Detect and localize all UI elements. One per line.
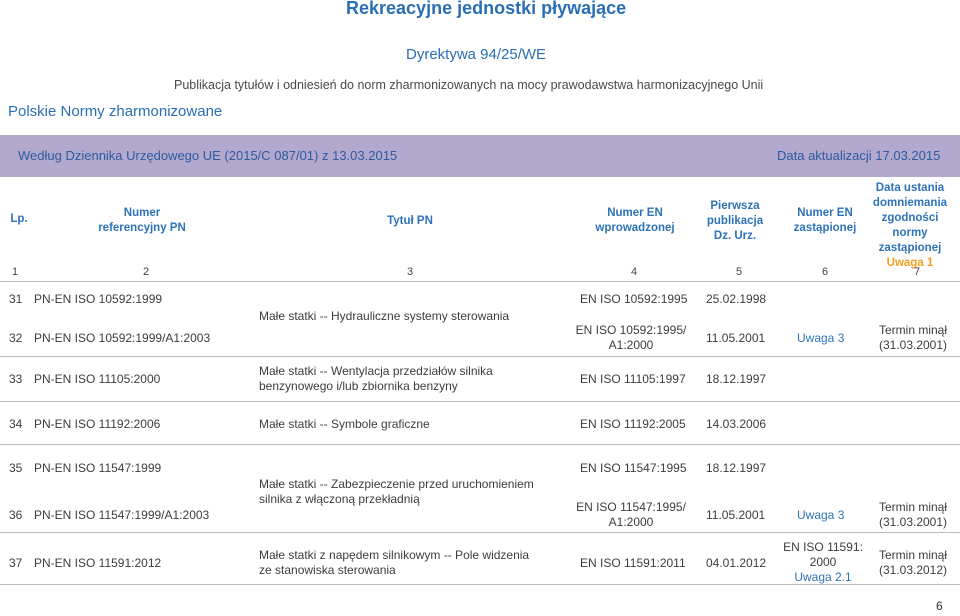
header-title: Tytuł PN	[387, 215, 433, 227]
row-title-line2: silnika z włączoną przekładnią	[259, 492, 420, 506]
header-date-line3: zgodności	[881, 212, 939, 224]
header-ref-number: Numer referencyjny PN	[80, 206, 204, 236]
header-date-line4: normy	[892, 227, 928, 239]
row-expiry-line2: (31.03.2012)	[878, 563, 948, 577]
row-en-number: EN ISO 11105:1997	[580, 372, 686, 386]
row-first-publication: 14.03.2006	[706, 417, 767, 431]
row-replaced-note: Uwaga 2.1	[794, 570, 852, 584]
divider	[0, 444, 960, 445]
row-lp: 35	[9, 461, 23, 475]
row-title-line1: Małe statki -- Zabezpieczenie przed uruc…	[259, 477, 534, 491]
row-expiry-line1: Termin minął	[878, 548, 947, 562]
header-date-line1: Data ustania	[875, 182, 945, 194]
row-en-number: EN ISO 11192:2005	[580, 417, 686, 431]
row-ref-number: PN-EN ISO 11105:2000	[34, 372, 161, 386]
row-expiry-line1: Termin minął	[878, 500, 947, 514]
polish-norms-heading: Polskie Normy zharmonizowane	[8, 103, 223, 120]
row-title: Małe statki -- Hydrauliczne systemy ster…	[259, 309, 510, 323]
row-expiry-line2: (31.03.2001)	[878, 338, 948, 352]
row-title-line2: ze stanowiska sterowania	[259, 563, 396, 577]
row-title: Małe statki z napędem silnikowym -- Pole…	[259, 548, 529, 578]
row-lp: 37	[9, 556, 23, 570]
header-en-introduced: Numer EN wprowadzonej	[575, 206, 695, 236]
row-expiry: Termin minął (31.03.2001)	[868, 323, 958, 353]
header-ref-line2: referencyjny PN	[98, 222, 186, 234]
row-en-line1: EN ISO 10592:1995/	[575, 323, 687, 337]
row-replaced-note: Uwaga 3	[797, 331, 845, 345]
row-en-line2: A1:2000	[608, 338, 654, 352]
row-ref-number: PN-EN ISO 10592:1999	[34, 292, 163, 306]
row-replaced-line1: EN ISO 11591:	[783, 540, 863, 554]
row-lp: 34	[9, 417, 23, 431]
row-en-number: EN ISO 10592:1995/ A1:2000	[572, 323, 690, 353]
header-ref-line1: Numer	[123, 207, 161, 219]
row-expiry: Termin minął (31.03.2012)	[868, 548, 958, 578]
row-expiry-line2: (31.03.2001)	[878, 515, 948, 529]
update-date: Data aktualizacji 17.03.2015	[777, 148, 941, 163]
row-title: Małe statki -- Symbole graficzne	[259, 417, 430, 431]
row-en-number: EN ISO 10592:1995	[580, 292, 688, 306]
column-number: 1	[12, 266, 19, 278]
row-first-publication: 04.01.2012	[706, 556, 767, 570]
row-ref-number: PN-EN ISO 10592:1999/A1:2003	[34, 331, 211, 345]
page-title: Rekreacyjne jednostki pływające	[346, 0, 627, 18]
row-lp: 33	[9, 372, 23, 386]
row-en-line2: A1:2000	[608, 515, 654, 529]
row-expiry: Termin minął (31.03.2001)	[868, 500, 958, 530]
row-ref-number: PN-EN ISO 11547:1999	[34, 461, 162, 475]
divider	[0, 356, 960, 357]
row-replaced-line2: 2000	[809, 555, 837, 569]
column-number: 5	[736, 266, 743, 278]
row-first-publication: 11.05.2001	[706, 331, 766, 345]
row-en-number: EN ISO 11591:2011	[580, 556, 686, 570]
column-number: 7	[914, 266, 921, 278]
column-number: 4	[631, 266, 638, 278]
header-replaced-line1: Numer EN	[797, 207, 853, 219]
row-first-publication: 18.12.1997	[706, 372, 767, 386]
header-first-publication: Pierwsza publikacja Dz. Urz.	[695, 199, 775, 244]
header-first-line1: Pierwsza	[710, 200, 760, 212]
column-number: 3	[407, 266, 414, 278]
row-first-publication: 25.02.1998	[706, 292, 767, 306]
row-lp: 31	[9, 292, 23, 306]
header-first-line3: Dz. Urz.	[713, 230, 757, 242]
row-en-number: EN ISO 11547:1995/ A1:2000	[572, 500, 690, 530]
header-date-line5: zastąpionej	[878, 242, 942, 254]
divider	[0, 532, 960, 533]
header-en-line2: wprowadzonej	[595, 222, 675, 234]
column-number: 6	[822, 266, 829, 278]
header-date-note: Uwaga 1	[886, 257, 934, 269]
header-expiry-date: Data ustania domniemania zgodności normy…	[862, 181, 958, 271]
row-title: Małe statki -- Zabezpieczenie przed uruc…	[259, 477, 534, 507]
row-en-number: EN ISO 11547:1995	[580, 461, 687, 475]
row-ref-number: PN-EN ISO 11547:1999/A1:2003	[34, 508, 210, 522]
header-lp: Lp.	[10, 213, 28, 225]
row-expiry-line1: Termin minął	[878, 323, 947, 337]
row-en-line1: EN ISO 11547:1995/	[576, 500, 686, 514]
row-replaced-note: Uwaga 3	[797, 508, 845, 522]
row-ref-number: PN-EN ISO 11192:2006	[34, 417, 161, 431]
row-ref-number: PN-EN ISO 11591:2012	[34, 556, 162, 570]
journal-reference: Według Dziennika Urzędowego UE (2015/C 0…	[18, 148, 398, 163]
column-number: 2	[143, 266, 150, 278]
row-title-line1: Małe statki z napędem silnikowym -- Pole…	[259, 548, 530, 562]
row-first-publication: 11.05.2001	[706, 508, 766, 522]
publication-subtitle: Publikacja tytułów i odniesień do norm z…	[174, 78, 764, 92]
page-number: 6	[936, 599, 943, 613]
row-title: Małe statki -- Wentylacja przedziałów si…	[259, 364, 493, 394]
divider	[0, 401, 960, 402]
row-title-line2: benzynowego i/lub zbiornika benzyny	[259, 379, 458, 393]
row-lp: 32	[9, 331, 23, 345]
divider	[0, 281, 960, 282]
header-date-line2: domniemania	[872, 197, 948, 209]
header-en-replaced: Numer EN zastąpionej	[775, 206, 875, 236]
row-title-line1: Małe statki -- Wentylacja przedziałów si…	[259, 364, 493, 378]
row-lp: 36	[9, 508, 23, 522]
header-en-line1: Numer EN	[607, 207, 663, 219]
header-replaced-line2: zastąpionej	[793, 222, 857, 234]
row-replaced: EN ISO 11591: 2000 Uwaga 2.1	[775, 540, 871, 585]
row-first-publication: 18.12.1997	[706, 461, 767, 475]
header-first-line2: publikacja	[706, 215, 764, 227]
directive-title: Dyrektywa 94/25/WE	[406, 46, 547, 63]
